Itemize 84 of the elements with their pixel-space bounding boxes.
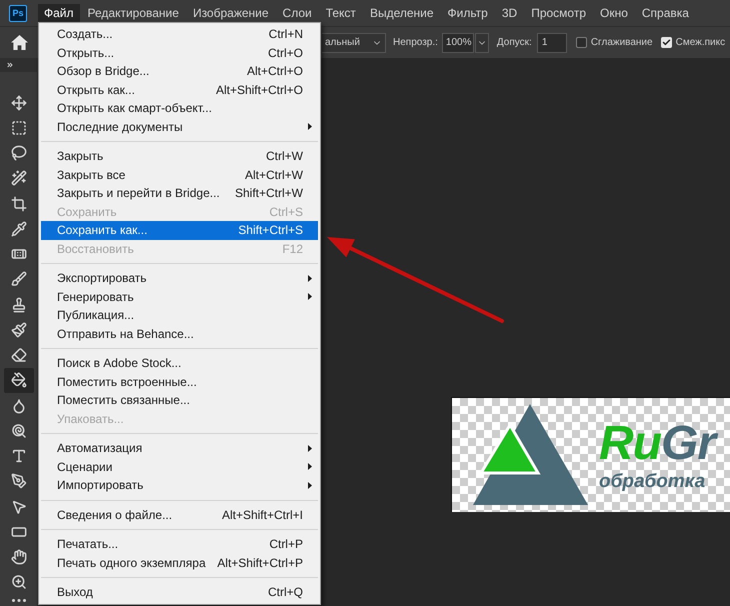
menu-item[interactable]: Открыть как... Alt+Shift+Ctrl+O (41, 80, 318, 99)
shortcut-label: Alt+Shift+Ctrl+P (217, 554, 303, 572)
lasso-icon (10, 145, 26, 162)
brush-icon (10, 271, 26, 288)
menu-item[interactable]: Публикация... (41, 306, 318, 324)
shortcut-label: Ctrl+Q (268, 584, 303, 602)
menu-item[interactable]: Отправить на Behance... (41, 324, 318, 343)
tolerance-field[interactable]: 1 (536, 32, 567, 52)
tolerance-label: Допуск: (496, 36, 532, 50)
shortcut-label: Shift+Ctrl+W (234, 185, 303, 202)
hand-icon (10, 549, 26, 566)
menu-item[interactable]: Открыть... Ctrl+O (41, 44, 318, 62)
menu-bar-item[interactable]: 3D (496, 4, 524, 22)
menu-bar-item[interactable]: Выделение (364, 4, 440, 22)
droplet-icon (10, 398, 26, 414)
more-icon (12, 599, 26, 602)
zoom-icon (10, 574, 26, 590)
paint-bucket-icon (10, 372, 26, 388)
shortcut-label: Alt+Ctrl+O (246, 63, 303, 80)
menu-item[interactable]: Закрыть Ctrl+W (41, 147, 318, 166)
double-chevron-icon[interactable] (6, 61, 14, 69)
home-button[interactable] (10, 34, 28, 52)
pointer-icon (10, 498, 26, 515)
contiguous-label: Смеж.пикс (676, 36, 726, 50)
menu-item[interactable]: Поместить встроенные... (41, 372, 318, 391)
crop-icon (10, 196, 26, 212)
menu-item[interactable]: Сохранить как... Shift+Ctrl+S (41, 221, 318, 240)
menu-item[interactable]: Поместить связанные... (41, 391, 318, 410)
menu-item[interactable]: Сценарии (41, 458, 318, 476)
shortcut-label: Ctrl+N (268, 26, 303, 44)
shortcut-label: Alt+Ctrl+W (244, 166, 303, 184)
menu-bar-item[interactable]: Слои (276, 4, 318, 22)
pipette-icon (10, 220, 26, 237)
menu-item[interactable]: Обзор в Bridge... Alt+Ctrl+O (41, 62, 318, 80)
move-icon (10, 94, 26, 111)
menu-item[interactable]: Закрыть и перейти в Bridge... Shift+Ctrl+W (41, 184, 318, 202)
shortcut-label: F12 (282, 240, 303, 258)
menu-bar-item[interactable]: Просмотр (525, 4, 592, 22)
checkmark-icon (662, 38, 671, 47)
menu-item[interactable]: Создать... Ctrl+N (41, 25, 318, 44)
anti-alias-label: Сглаживание (590, 36, 653, 50)
menu-bar-item[interactable]: Фильтр (442, 4, 494, 22)
shortcut-label: Ctrl+S (269, 204, 303, 221)
shortcut-label: Ctrl+O (268, 44, 303, 62)
menu-bar-item[interactable]: Текст (320, 4, 362, 22)
stamp-icon (10, 296, 26, 313)
lollipop-icon (10, 422, 26, 439)
menu-item[interactable]: Генерировать (41, 288, 318, 306)
menu-item[interactable]: Печатать... Ctrl+P (41, 535, 318, 554)
shortcut-label: Shift+Ctrl+S (238, 222, 303, 240)
type-icon (10, 448, 26, 464)
dashed-square-icon (10, 120, 26, 136)
app-logo: Ps (9, 4, 27, 22)
paintbrush-icon (10, 322, 26, 338)
opacity-label: Непрозр.: (393, 36, 438, 50)
menu-item[interactable]: Сведения о файле... Alt+Shift+Ctrl+I (41, 506, 318, 524)
menu-item[interactable]: Экспортировать (41, 269, 318, 288)
menu-item[interactable]: Импортировать (41, 476, 318, 494)
menu-item[interactable]: Поиск в Adobe Stock... (41, 354, 318, 372)
shortcut-label: Alt+Shift+Ctrl+O (216, 82, 303, 99)
menu-bar-item[interactable]: Изображение (186, 4, 275, 22)
pen-icon (10, 473, 26, 490)
shortcut-label: Ctrl+W (266, 148, 303, 166)
menu-bar-item[interactable]: Справка (636, 4, 695, 22)
menu-item[interactable]: Автоматизация (41, 439, 318, 458)
shortcut-label: Ctrl+P (269, 536, 303, 554)
menu-bar-item[interactable]: Редактирование (82, 4, 185, 22)
home-icon (10, 35, 28, 50)
menu-item[interactable]: Выход Ctrl+Q (41, 583, 318, 602)
menu-item[interactable]: Последние документы (41, 118, 318, 136)
checkbox[interactable] (660, 37, 672, 48)
magic-wand-icon (10, 170, 26, 186)
blend-mode-dropdown[interactable]: альный (322, 32, 386, 52)
logo-tagline: обработка (599, 472, 706, 490)
checkbox[interactable] (576, 37, 587, 48)
tool-button[interactable] (4, 368, 34, 393)
opacity-field[interactable]: 100% (442, 32, 474, 52)
menu-bar-item[interactable]: Файл (38, 4, 80, 22)
shortcut-label: Alt+Shift+Ctrl+I (222, 506, 303, 524)
menu-item[interactable]: Закрыть все Alt+Ctrl+W (41, 166, 318, 184)
menu-item[interactable]: Открыть как смарт-объект... (41, 99, 318, 118)
menu-bar-item[interactable]: Окно (594, 4, 634, 22)
eraser-icon (10, 347, 26, 364)
menu-item[interactable]: Печать одного экземпляра Alt+Shift+Ctrl+P (41, 554, 318, 572)
